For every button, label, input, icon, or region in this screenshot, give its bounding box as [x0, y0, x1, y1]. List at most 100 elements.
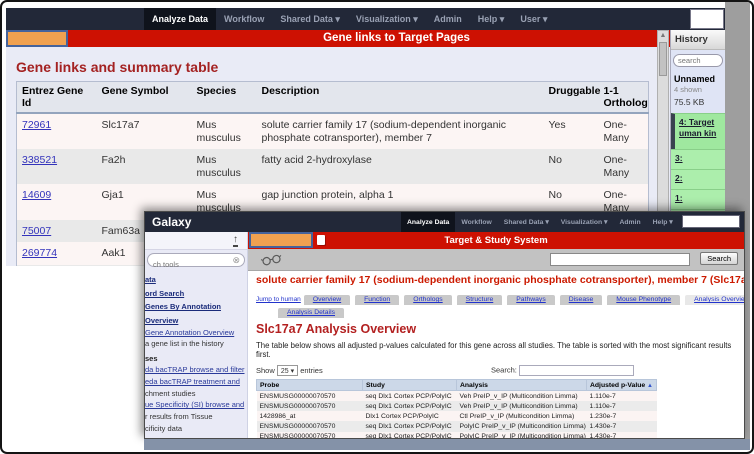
tool-search-box: ⊗: [147, 253, 245, 267]
gene-table-row: 338521 Fa2h Mus musculus fatty acid 2-hy…: [17, 149, 649, 184]
tool-link[interactable]: ses: [145, 353, 247, 365]
history-dataset-item[interactable]: 4: Target uman kin: [671, 113, 725, 149]
col-description: Description: [257, 82, 544, 114]
tool-link[interactable]: Genes By Annotation: [145, 301, 247, 313]
analysis-cell: Veh PreIP_v_IP (Multicondition Limma): [457, 401, 587, 411]
site-search-button[interactable]: Search: [700, 252, 738, 265]
tool-link[interactable]: chment studies: [145, 388, 247, 400]
table-controls: Show 25 ▾ entries Search:: [256, 365, 716, 379]
analysis-cell: Ctl PreIP_v_IP (Multicondition Limma): [457, 411, 587, 421]
history-dataset-item[interactable]: 1:: [671, 189, 725, 209]
tool-link[interactable]: ord Search: [145, 288, 247, 300]
analysis-overview-heading: Slc17a7 Analysis Overview: [256, 322, 736, 336]
gene-page-tab[interactable]: Orthologs: [404, 295, 451, 305]
tools-panel: ↑ ⊗ ata ord SearchGenes By Annotation Over…: [145, 232, 248, 438]
masthead-menu-item[interactable]: Help ▾: [647, 212, 679, 232]
scrollbar-thumb[interactable]: [659, 42, 667, 76]
col-species: Species: [192, 82, 257, 114]
site-search-input[interactable]: [550, 253, 690, 266]
tool-search-input[interactable]: [148, 258, 223, 269]
tool-link[interactable]: ata: [145, 274, 247, 286]
col-ortholog: 1-1 Ortholog: [599, 82, 649, 114]
page-size-select[interactable]: 25 ▾: [277, 365, 298, 376]
history-dataset-item[interactable]: 3:: [671, 149, 725, 169]
table-search-input[interactable]: [519, 365, 634, 376]
tool-link[interactable]: Overview: [145, 315, 247, 327]
entrez-gene-id-link[interactable]: 269774: [22, 247, 57, 259]
overlay-masthead: Galaxy Analyze DataWorkflowShared Data ▾…: [145, 212, 744, 232]
overlay-masthead-search-input[interactable]: [682, 215, 740, 228]
history-name[interactable]: Unnamed: [674, 74, 722, 84]
masthead-menu-item[interactable]: Analyze Data: [144, 8, 216, 30]
pvalue-table-row: ENSMUSG00000070570 seq Dlx1 Cortex PCP/P…: [257, 401, 657, 411]
tool-link[interactable]: ue Specificity (SI) browse and: [145, 399, 247, 411]
gene-page-tab[interactable]: Mouse Phenotype: [607, 295, 680, 305]
tool-link[interactable]: Gene Annotation Overview: [145, 327, 247, 339]
gene-page-tab[interactable]: Analysis Overview: [685, 295, 744, 305]
masthead-menu-item[interactable]: Analyze Data: [401, 212, 455, 232]
masthead-menu-item[interactable]: Shared Data ▾: [498, 212, 555, 232]
species-cell: Mus musculus: [192, 113, 257, 149]
gene-page-tab[interactable]: Analysis Details: [278, 308, 344, 318]
history-dataset-item[interactable]: 2:: [671, 169, 725, 189]
history-item-label[interactable]: 3:: [675, 153, 723, 164]
col-probe[interactable]: Probe: [257, 380, 363, 391]
clear-search-icon[interactable]: ⊗: [232, 255, 240, 266]
tool-link[interactable]: eda bacTRAP treatment and: [145, 376, 247, 388]
druggable-cell: No: [544, 149, 599, 184]
ortholog-cell: One-Many: [599, 113, 649, 149]
col-analysis[interactable]: Analysis: [457, 380, 587, 391]
tab-strip: Jump to humanOverviewFunctionOrthologsSt…: [256, 288, 736, 299]
scrollbar-up-icon[interactable]: ▲: [658, 31, 668, 41]
upload-icon[interactable]: ↑: [233, 234, 238, 247]
masthead-menu-item[interactable]: Help ▾: [470, 8, 513, 30]
tool-link[interactable]: r results from Tissue: [145, 411, 247, 423]
gene-page-tab[interactable]: Function: [355, 295, 399, 305]
tool-link[interactable]: cificity data: [145, 423, 247, 435]
pvalue-cell: 1.110e-7: [587, 391, 657, 402]
masthead-menu-item[interactable]: Visualization ▾: [348, 8, 426, 30]
logo-highlight-box[interactable]: [6, 30, 68, 47]
tool-link[interactable]: t Pages: [145, 437, 247, 438]
sort-ascending-icon[interactable]: ▲: [647, 383, 653, 389]
masthead-search-input[interactable]: [690, 9, 724, 29]
tool-link[interactable]: a gene list in the history: [145, 338, 247, 350]
tool-link[interactable]: da bacTRAP browse and filter: [145, 364, 247, 376]
masthead-menu-item[interactable]: User ▾: [512, 8, 555, 30]
logo-highlight-box[interactable]: [249, 232, 313, 248]
entrez-gene-id-link[interactable]: 338521: [22, 154, 57, 166]
masthead-menu: Analyze DataWorkflowShared Data ▾Visuali…: [144, 8, 555, 30]
masthead-menu-item[interactable]: Shared Data ▾: [272, 8, 348, 30]
species-cell: Mus musculus: [192, 149, 257, 184]
entries-label: entries: [300, 366, 323, 375]
analysis-cell: Veh PreIP_v_IP (Multicondition Limma): [457, 391, 587, 402]
galaxy-logo[interactable]: Galaxy: [152, 215, 191, 229]
masthead-menu-item[interactable]: Workflow: [455, 212, 497, 232]
history-item-label[interactable]: 4: Target: [679, 117, 723, 128]
probe-cell: 1428986_at: [257, 411, 363, 421]
banner-row: Gene links to Target Pages: [6, 30, 725, 47]
masthead-menu-item[interactable]: Admin: [426, 8, 470, 30]
history-item-label[interactable]: 2:: [675, 173, 723, 184]
page-icon: [317, 235, 325, 245]
analysis-overview-description: The table below shows all adjusted p-val…: [256, 341, 736, 359]
tool-list: ata ord SearchGenes By Annotation Overview…: [145, 270, 247, 438]
history-title: History: [671, 30, 725, 50]
col-study[interactable]: Study: [363, 380, 457, 391]
history-item-label[interactable]: 1:: [675, 193, 723, 204]
gene-page-tab[interactable]: Structure: [457, 295, 503, 305]
masthead-menu-item[interactable]: Admin: [613, 212, 646, 232]
overlay-content: Target & Study System Search solute carr…: [248, 232, 744, 438]
col-gene-symbol: Gene Symbol: [97, 82, 192, 114]
masthead-menu-item[interactable]: Workflow: [216, 8, 272, 30]
gene-page-tab[interactable]: Disease: [560, 295, 603, 305]
gene-page-tab[interactable]: Pathways: [507, 295, 554, 305]
col-adjusted-pvalue[interactable]: Adjusted p-Value ▲: [587, 380, 657, 391]
entrez-gene-id-link[interactable]: 72961: [22, 119, 51, 131]
caret-down-icon: ▾: [291, 368, 295, 375]
masthead-menu-item[interactable]: Visualization ▾: [555, 212, 614, 232]
entrez-gene-id-link[interactable]: 75007: [22, 225, 51, 237]
study-cell: seq Dlx1 Cortex PCP/PolyIC: [363, 391, 457, 402]
entrez-gene-id-link[interactable]: 14609: [22, 189, 51, 201]
history-search-input[interactable]: [673, 54, 723, 67]
